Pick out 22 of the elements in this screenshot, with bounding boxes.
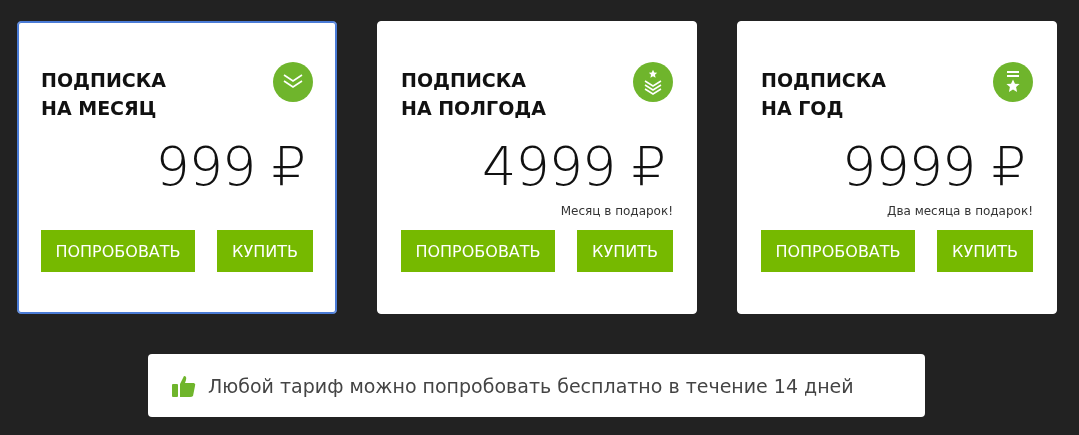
plan-card[interactable]: ПОДПИСКА НА ГОД 9999 ₽ Два месяца в подарок! ПОПРОБОВАТЬ КУПИТЬ (737, 21, 1057, 314)
try-button[interactable]: ПОПРОБОВАТЬ (401, 230, 555, 272)
plan-title: ПОДПИСКА НА МЕСЯЦ (41, 68, 166, 121)
plan-price: 4999 ₽ (481, 136, 666, 198)
badge-icon (273, 62, 313, 102)
bonus-note: Два месяца в подарок! (887, 204, 1033, 218)
plan-price: 999 ₽ (154, 136, 306, 198)
try-button[interactable]: ПОПРОБОВАТЬ (41, 230, 195, 272)
badge-icon (633, 62, 673, 102)
try-button[interactable]: ПОПРОБОВАТЬ (761, 230, 915, 272)
plan-card[interactable]: ПОДПИСКА НА ПОЛГОДА 4999 ₽ Месяц в подарок! ПОПРОБОВАТЬ КУПИТЬ (377, 21, 697, 314)
plan-title: ПОДПИСКА НА ПОЛГОДА (401, 68, 546, 121)
buy-button[interactable]: КУПИТЬ (577, 230, 673, 272)
plan-price: 9999 ₽ (841, 136, 1026, 198)
info-text: Любой тариф можно попробовать бесплатно в течение 14 дней (208, 374, 854, 397)
plan-title: ПОДПИСКА НА ГОД (761, 68, 886, 121)
buy-button[interactable]: КУПИТЬ (217, 230, 313, 272)
plan-card[interactable]: ПОДПИСКА НА МЕСЯЦ 999 ₽ ПОПРОБОВАТЬ КУПИТЬ (17, 21, 337, 314)
badge-icon (993, 62, 1033, 102)
bonus-note: Месяц в подарок! (560, 204, 673, 218)
buy-button[interactable]: КУПИТЬ (937, 230, 1033, 272)
thumbs-up-icon (172, 374, 196, 397)
